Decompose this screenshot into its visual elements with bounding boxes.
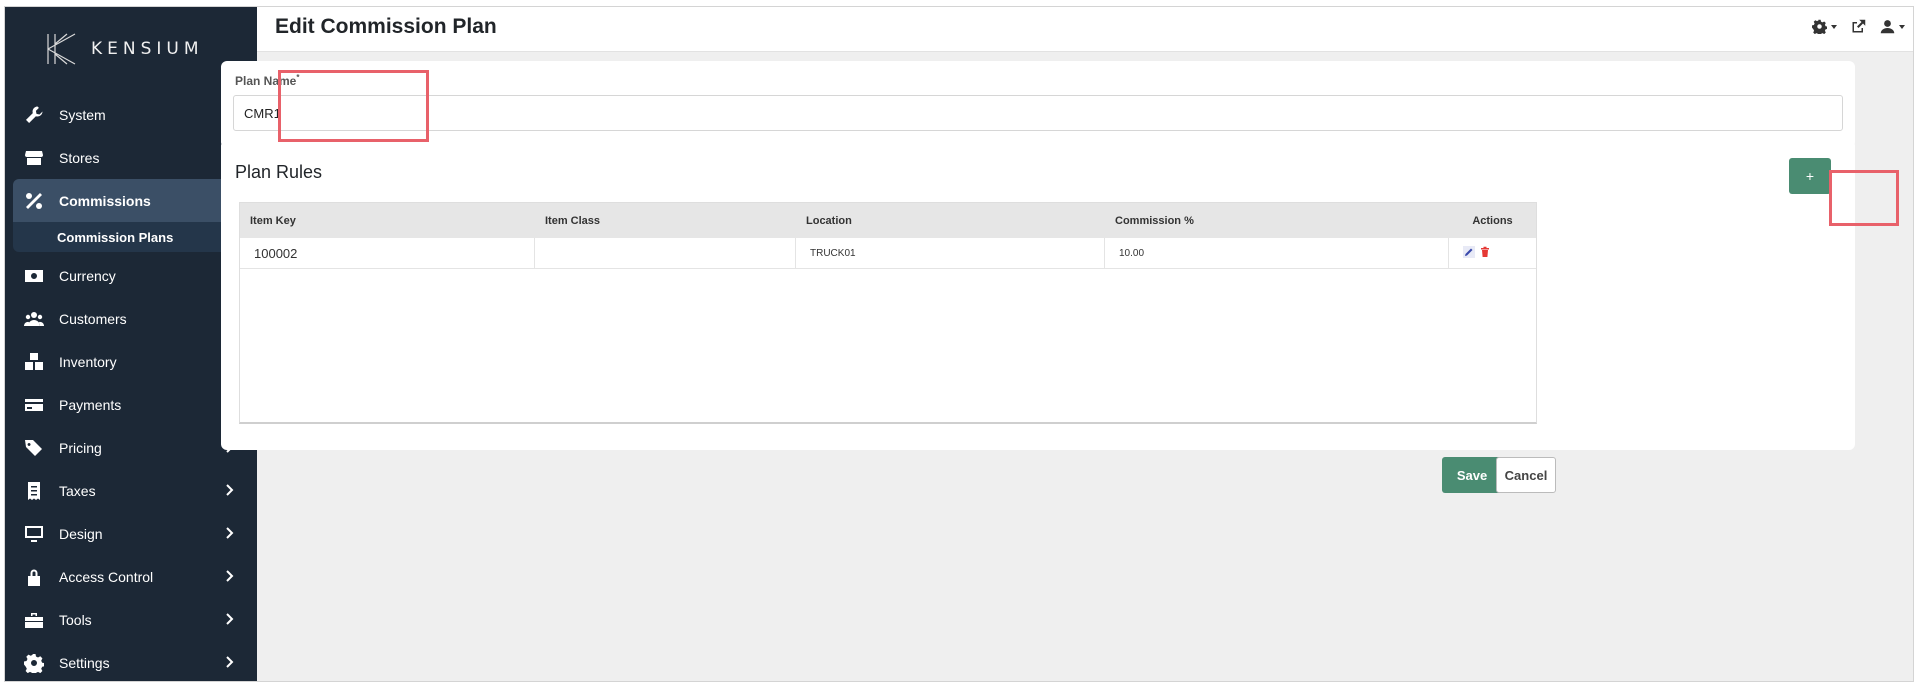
sidebar-item-label: Currency <box>59 267 116 284</box>
caret-down-icon <box>1831 24 1837 29</box>
lock-icon <box>23 566 45 588</box>
plan-name-label: Plan Name* <box>235 73 299 88</box>
wrench-icon <box>23 104 45 126</box>
delete-rule-button[interactable] <box>1479 246 1491 261</box>
sidebar-item-stores[interactable]: Stores <box>5 136 257 179</box>
column-header-item-key[interactable]: Item Key <box>240 203 535 238</box>
users-icon <box>23 308 45 330</box>
plan-rules-title: Plan Rules <box>235 162 323 182</box>
boxes-icon <box>23 351 45 373</box>
sidebar-item-settings[interactable]: Settings <box>5 641 257 681</box>
sidebar-item-commissions[interactable]: Commissions <box>13 179 249 222</box>
sidebar-subitem-label: Commission Plans <box>57 229 174 245</box>
pencil-icon <box>1463 246 1475 258</box>
settings-menu[interactable] <box>1812 19 1837 34</box>
plan-name-input[interactable] <box>233 95 1843 131</box>
sidebar-item-label: Stores <box>59 149 100 166</box>
sidebar-item-system[interactable]: System <box>5 93 257 136</box>
store-icon <box>23 147 45 169</box>
chevron-right-icon <box>223 569 235 583</box>
plus-icon: + <box>1805 168 1815 184</box>
sidebar-item-pricing[interactable]: Pricing <box>5 426 257 469</box>
cancel-button[interactable]: Cancel <box>1496 457 1556 493</box>
toolbox-icon <box>23 609 45 631</box>
top-bar-actions <box>1812 19 1905 34</box>
save-button[interactable]: Save <box>1442 457 1502 493</box>
monitor-icon <box>23 523 45 545</box>
top-bar: Edit Commission Plan <box>257 7 1913 52</box>
plan-rules-table: Item Key Item Class Location Commission … <box>239 202 1537 424</box>
trash-icon <box>1481 246 1489 257</box>
add-rule-button[interactable]: + <box>1789 158 1831 194</box>
app-window: KENSIUM System Stores Commissions Commis… <box>4 6 1914 682</box>
gear-icon <box>23 652 45 674</box>
kensium-logo-icon <box>47 33 76 65</box>
column-header-location[interactable]: Location <box>796 203 1105 238</box>
sidebar-item-customers[interactable]: Customers <box>5 297 257 340</box>
column-header-item-class[interactable]: Item Class <box>535 203 796 238</box>
user-icon <box>1880 20 1895 34</box>
sidebar-item-label: Access Control <box>59 568 154 585</box>
user-menu[interactable] <box>1880 19 1905 34</box>
sidebar-item-label: Customers <box>59 310 127 327</box>
brand-name: KENSIUM <box>91 39 204 59</box>
sidebar-item-label: Pricing <box>59 439 102 456</box>
sidebar-subitem-commission-plans[interactable]: Commission Plans <box>13 222 249 252</box>
credit-card-icon <box>23 394 45 416</box>
percent-icon <box>23 190 45 212</box>
sidebar-item-taxes[interactable]: Taxes <box>5 469 257 512</box>
sidebar-item-access-control[interactable]: Access Control <box>5 555 257 598</box>
sidebar-item-inventory[interactable]: Inventory <box>5 340 257 383</box>
plan-rules-card: Plan Rules + Item Key Item Class Locatio… <box>221 140 1855 450</box>
open-external-button[interactable] <box>1851 19 1866 34</box>
external-link-icon <box>1852 19 1866 33</box>
sidebar-item-label: Tools <box>59 611 92 628</box>
chevron-right-icon <box>223 655 235 669</box>
cell-actions <box>1449 238 1536 269</box>
money-icon <box>23 265 45 287</box>
sidebar-item-design[interactable]: Design <box>5 512 257 555</box>
receipt-icon <box>23 480 45 502</box>
table-row: 100002 TRUCK01 10.00 <box>240 238 1536 269</box>
page-title: Edit Commission Plan <box>275 15 497 38</box>
edit-rule-button[interactable] <box>1463 246 1475 261</box>
chevron-right-icon <box>223 526 235 540</box>
table-header: Item Key Item Class Location Commission … <box>240 203 1536 238</box>
sidebar-item-label: Settings <box>59 654 110 671</box>
gear-icon <box>1812 19 1827 34</box>
cell-location: TRUCK01 <box>796 238 1105 269</box>
sidebar: KENSIUM System Stores Commissions Commis… <box>5 7 257 681</box>
sidebar-item-label: Design <box>59 525 103 542</box>
sidebar-item-label: Payments <box>59 396 122 413</box>
sidebar-item-currency[interactable]: Currency <box>5 254 257 297</box>
tags-icon <box>23 437 45 459</box>
cell-item-key: 100002 <box>240 238 535 269</box>
plan-name-label-text: Plan Name <box>235 74 297 88</box>
sidebar-item-label: Inventory <box>59 353 117 370</box>
caret-down-icon <box>1899 24 1905 29</box>
chevron-right-icon <box>223 612 235 626</box>
brand-logo[interactable]: KENSIUM <box>45 31 204 67</box>
required-mark: * <box>296 73 300 82</box>
sidebar-item-payments[interactable]: Payments <box>5 383 257 426</box>
chevron-right-icon <box>223 483 235 497</box>
sidebar-item-tools[interactable]: Tools <box>5 598 257 641</box>
plan-name-card: Plan Name* <box>221 61 1855 148</box>
sidebar-item-label: Taxes <box>59 482 96 499</box>
sidebar-item-label: System <box>59 106 106 123</box>
column-header-commission[interactable]: Commission % <box>1105 203 1449 238</box>
column-header-actions: Actions <box>1472 214 1513 227</box>
sidebar-nav: System Stores Commissions Commission Pla… <box>5 93 257 681</box>
cell-item-class <box>535 238 796 269</box>
cell-commission: 10.00 <box>1105 238 1449 269</box>
sidebar-item-label: Commissions <box>59 192 151 209</box>
